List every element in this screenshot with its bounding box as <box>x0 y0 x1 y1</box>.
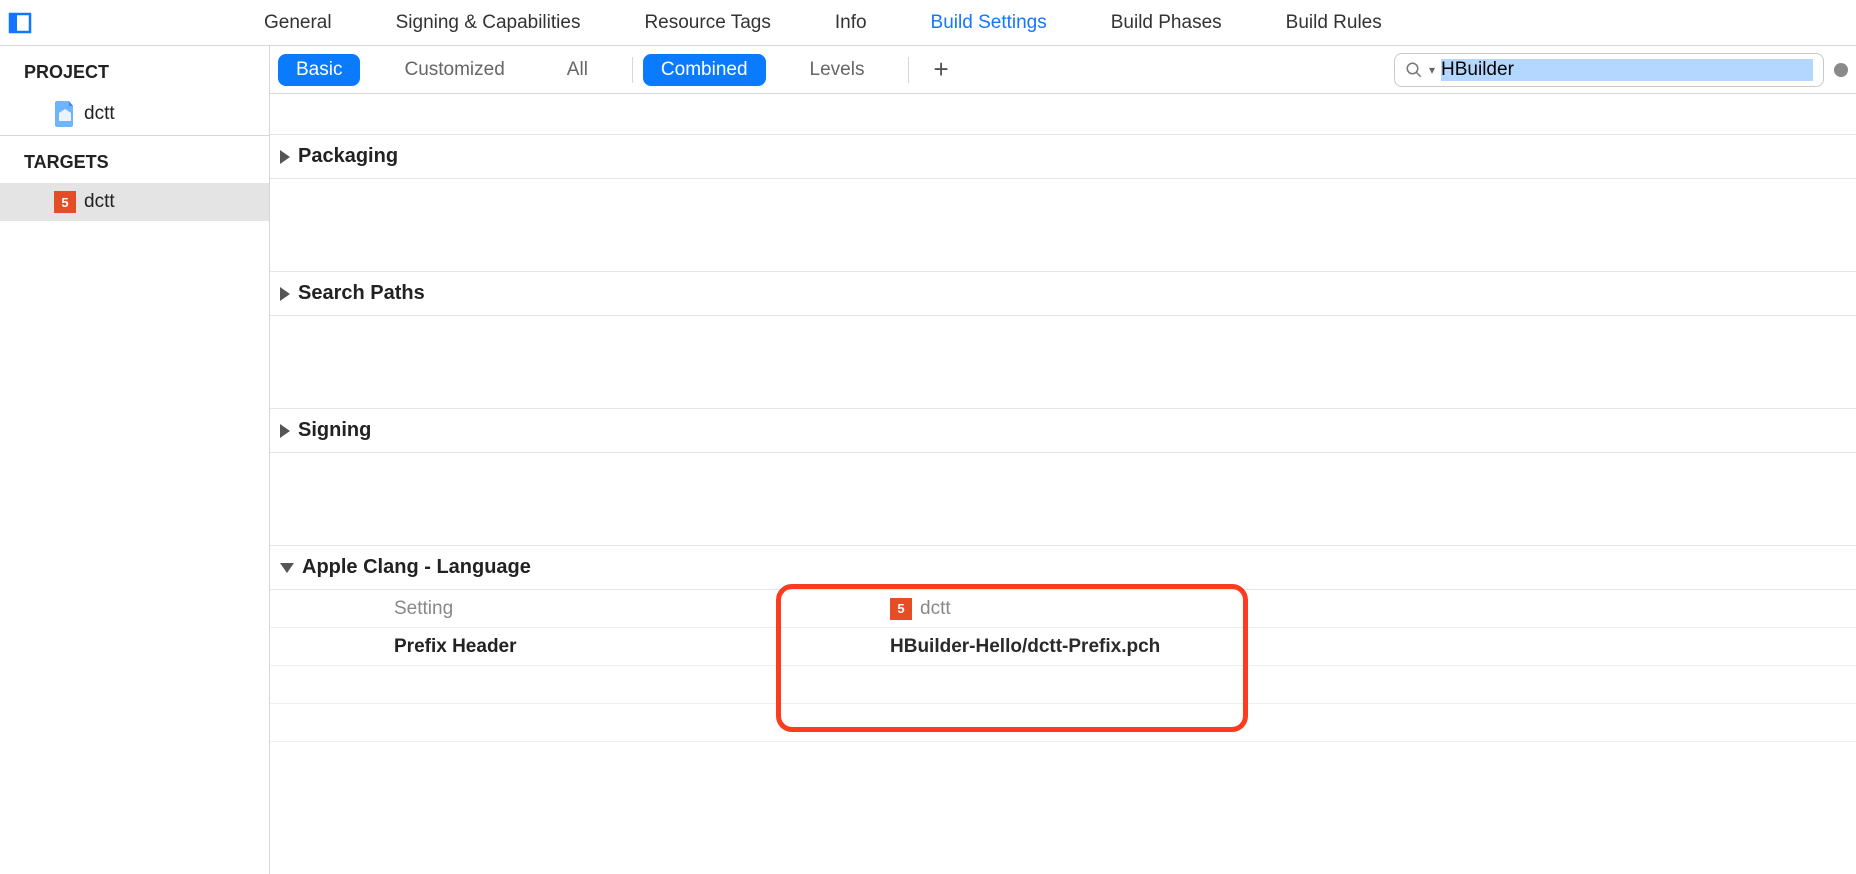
column-header-target: 5 dctt <box>890 598 1856 620</box>
sidebar-project-header: PROJECT <box>0 46 269 93</box>
grid-header-row: Setting 5 dctt <box>270 590 1856 628</box>
disclosure-triangle-down-icon[interactable] <box>280 563 294 573</box>
column-header-target-label: dctt <box>920 598 951 620</box>
tab-build-settings[interactable]: Build Settings <box>899 12 1079 34</box>
section-packaging[interactable]: Packaging <box>270 134 1856 179</box>
empty-row <box>270 742 1856 780</box>
sidebar-target-item[interactable]: 5 dctt <box>0 183 269 221</box>
html5-icon: 5 <box>54 191 76 213</box>
status-indicator-icon <box>1834 63 1848 77</box>
build-settings-filter-bar: Basic Customized All Combined Levels + ▾ <box>270 46 1856 94</box>
build-settings-list[interactable]: Packaging Search Paths Signing Apple Cla… <box>270 94 1856 874</box>
project-navigator-sidebar: PROJECT dctt TARGETS 5 dctt <box>0 46 270 874</box>
section-search-paths[interactable]: Search Paths <box>270 271 1856 316</box>
section-title-signing: Signing <box>298 419 371 442</box>
tab-resource-tags[interactable]: Resource Tags <box>612 12 802 34</box>
disclosure-triangle-icon[interactable] <box>280 287 290 301</box>
section-title-search-paths: Search Paths <box>298 282 425 305</box>
filter-levels[interactable]: Levels <box>792 54 883 86</box>
setting-name-label: Prefix Header <box>394 636 517 657</box>
setting-value-text: HBuilder-Hello/dctt-Prefix.pch <box>890 636 1160 658</box>
filter-customized[interactable]: Customized <box>386 54 522 86</box>
setting-name-cell: Prefix Header <box>270 636 890 658</box>
search-field-wrap[interactable]: ▾ <box>1394 53 1824 87</box>
setting-value-cell[interactable]: HBuilder-Hello/dctt-Prefix.pch <box>890 636 1856 658</box>
section-title-apple-clang: Apple Clang - Language <box>302 556 531 579</box>
search-input[interactable] <box>1441 59 1813 81</box>
filter-divider-2 <box>908 57 909 83</box>
filter-basic[interactable]: Basic <box>278 54 360 86</box>
tab-general[interactable]: General <box>232 12 364 34</box>
tab-signing-capabilities[interactable]: Signing & Capabilities <box>364 12 613 34</box>
add-setting-button[interactable]: + <box>919 54 962 85</box>
disclosure-triangle-icon[interactable] <box>280 424 290 438</box>
panel-toggle-icon[interactable] <box>8 11 32 35</box>
filter-all[interactable]: All <box>549 54 606 86</box>
search-scope-chevron-icon[interactable]: ▾ <box>1429 63 1435 77</box>
sidebar-project-label: dctt <box>84 103 115 125</box>
filter-divider <box>632 57 633 83</box>
disclosure-triangle-icon[interactable] <box>280 150 290 164</box>
filter-combined[interactable]: Combined <box>643 54 766 86</box>
column-header-setting: Setting <box>270 598 890 620</box>
xcode-project-icon <box>54 101 76 127</box>
sidebar-project-item[interactable]: dctt <box>0 93 269 135</box>
section-title-packaging: Packaging <box>298 145 398 168</box>
section-apple-clang-language[interactable]: Apple Clang - Language <box>270 545 1856 590</box>
sidebar-target-label: dctt <box>84 191 115 213</box>
tab-build-phases[interactable]: Build Phases <box>1079 12 1254 34</box>
clang-settings-grid: Setting 5 dctt Prefix Header HBuilder-He… <box>270 590 1856 780</box>
search-icon <box>1405 61 1423 79</box>
sidebar-targets-header: TARGETS <box>0 136 269 183</box>
setting-row-prefix-header[interactable]: Prefix Header HBuilder-Hello/dctt-Prefix… <box>270 628 1856 666</box>
empty-row <box>270 666 1856 704</box>
tab-info[interactable]: Info <box>803 12 899 34</box>
tab-build-rules[interactable]: Build Rules <box>1254 12 1414 34</box>
html5-icon: 5 <box>890 598 912 620</box>
section-signing[interactable]: Signing <box>270 408 1856 453</box>
editor-tabs: General Signing & Capabilities Resource … <box>0 0 1856 46</box>
empty-row <box>270 704 1856 742</box>
